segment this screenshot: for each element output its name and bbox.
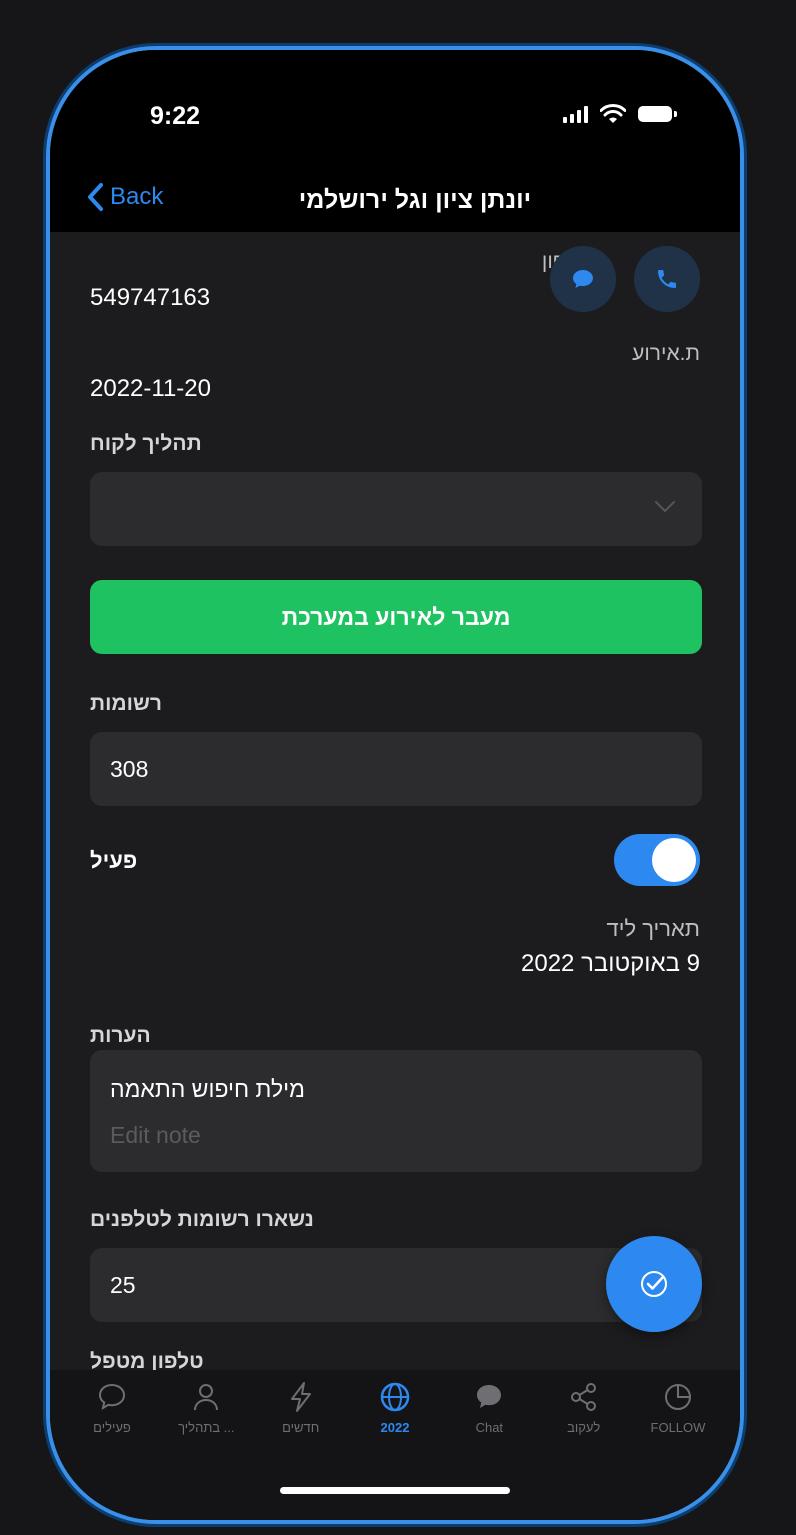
- customer-process-label: תהליך לקוח: [90, 432, 202, 455]
- tab-bar: פעילים ... בתהליך חדשים 2022 Chat לעקוב …: [50, 1370, 740, 1520]
- records-field[interactable]: 308: [90, 732, 702, 806]
- records-value: 308: [110, 756, 149, 782]
- chevron-down-icon: [655, 501, 675, 512]
- tab-label: Chat: [475, 1420, 504, 1435]
- home-indicator: [280, 1487, 510, 1494]
- notes-placeholder[interactable]: Edit note: [110, 1122, 201, 1149]
- tab-chat[interactable]: Chat: [449, 1380, 529, 1435]
- handler-phone-label: טלפון מטפל: [90, 1350, 204, 1370]
- status-bar: 9:22: [50, 50, 740, 176]
- phone-icon: [658, 270, 676, 288]
- active-label: פעיל: [90, 848, 138, 873]
- tab-label: חדשים: [282, 1420, 320, 1435]
- tab-list: פעילים ... בתהליך חדשים 2022 Chat לעקוב …: [72, 1380, 718, 1435]
- tab-label: 2022: [380, 1420, 410, 1435]
- message-button[interactable]: [550, 246, 616, 312]
- share-icon: [570, 1383, 596, 1411]
- person-icon: [194, 1384, 219, 1411]
- tab-active-items[interactable]: פעילים: [72, 1380, 152, 1435]
- tab-follow-up[interactable]: לעקוב: [544, 1380, 624, 1435]
- app-screen: 9:22 Back יונתן ציון וגל ירושלמי 5497471…: [50, 50, 740, 1520]
- tab-follow[interactable]: FOLLOW: [638, 1380, 718, 1435]
- battery-icon: [638, 106, 677, 122]
- event-date-label: ת.אירוע: [632, 342, 700, 365]
- signal-icon: [563, 105, 588, 123]
- pie-clock-icon: [664, 1384, 691, 1410]
- event-date-value: 2022-11-20: [90, 375, 211, 402]
- save-fab-button[interactable]: [606, 1236, 702, 1332]
- goto-event-button[interactable]: מעבר לאירוע במערכת: [90, 580, 702, 654]
- call-button[interactable]: [634, 246, 700, 312]
- tab-label: ... בתהליך: [178, 1420, 235, 1435]
- details-form: טלפון 549747163 ת.אירוע 2022-11-20 תהליך…: [50, 232, 740, 1370]
- tab-label: FOLLOW: [650, 1420, 706, 1435]
- tab-new[interactable]: חדשים: [261, 1380, 341, 1435]
- notes-value: מילת חיפוש התאמה: [110, 1076, 305, 1102]
- notes-field[interactable]: מילת חיפוש התאמה Edit note: [90, 1050, 702, 1172]
- tab-in-process[interactable]: ... בתהליך: [166, 1380, 246, 1435]
- chat-filled-icon: [477, 1385, 502, 1408]
- active-toggle[interactable]: [614, 834, 700, 886]
- navigation-bar: Back יונתן ציון וגל ירושלמי: [50, 176, 740, 232]
- remaining-value: 25: [110, 1272, 136, 1298]
- chat-bubble-icon: [98, 1383, 126, 1411]
- records-label: רשומות: [90, 692, 163, 715]
- lead-date-value: 9 באוקטובר 2022: [521, 950, 700, 977]
- message-bubble-icon: [573, 270, 593, 288]
- toggle-knob: [652, 838, 696, 882]
- globe-icon: [380, 1382, 410, 1412]
- notes-label: הערות: [90, 1024, 151, 1047]
- tab-label: פעילים: [93, 1420, 131, 1435]
- status-time: 9:22: [150, 102, 201, 130]
- page-title: יונתן ציון וגל ירושלמי: [298, 186, 532, 214]
- customer-process-select[interactable]: [90, 472, 702, 546]
- lightning-icon: [290, 1382, 311, 1412]
- check-circle-icon: [641, 1271, 667, 1297]
- remaining-label: נשארו רשומות לטלפנים: [90, 1208, 314, 1231]
- wifi-icon: [600, 104, 626, 123]
- lead-date-label: תאריך ליד: [606, 916, 700, 941]
- phone-value: 549747163: [90, 284, 211, 311]
- phone-frame: 9:22 Back יונתן ציון וגל ירושלמי 5497471…: [46, 46, 744, 1524]
- status-icons: [563, 104, 677, 124]
- tab-label: לעקוב: [567, 1420, 601, 1435]
- tab-2022[interactable]: 2022: [355, 1380, 435, 1435]
